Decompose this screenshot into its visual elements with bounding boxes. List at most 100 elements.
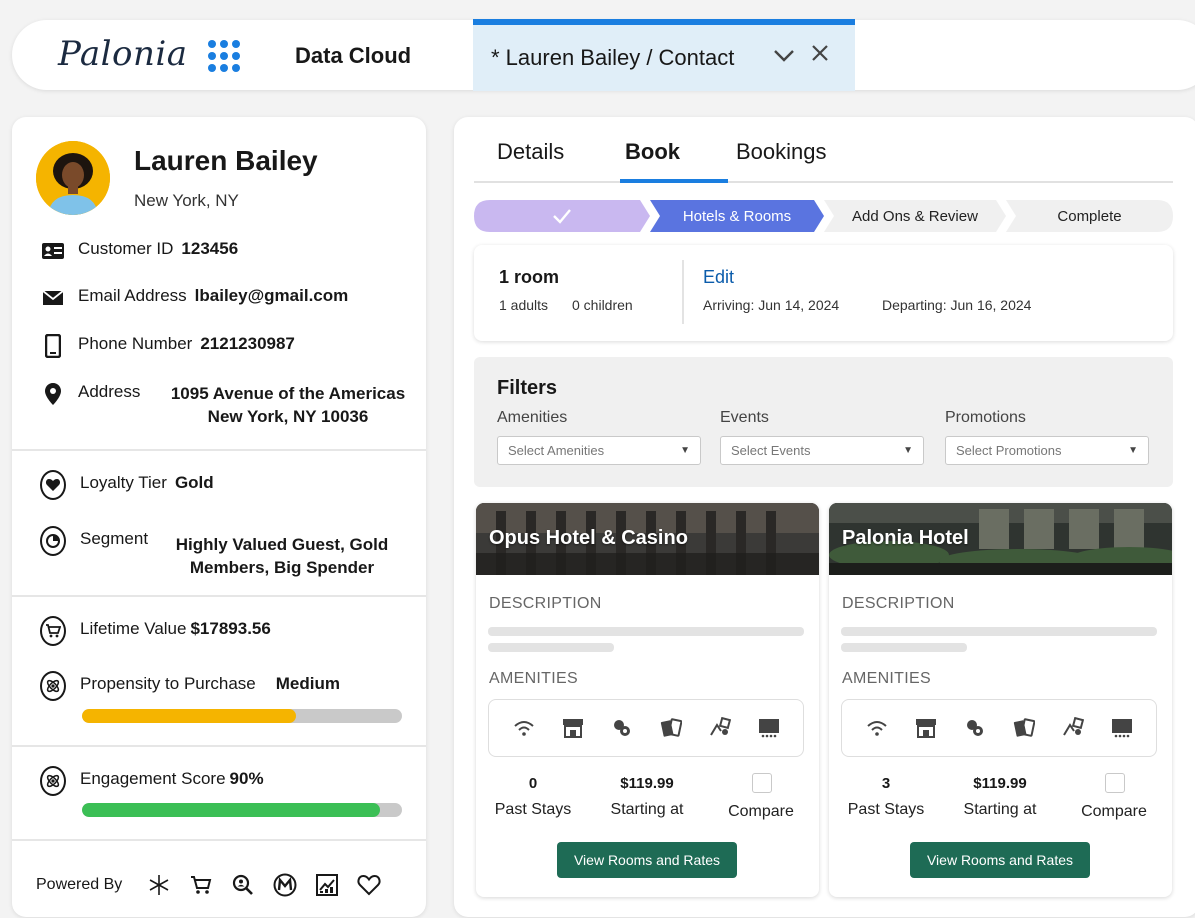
path-step-addons-review[interactable]: Add Ons & Review <box>824 200 1006 232</box>
hotel-name[interactable]: Opus Hotel & Casino <box>489 527 688 550</box>
phone-value[interactable]: 2121230987 <box>200 334 295 354</box>
powered-by-row: Powered By <box>36 872 382 898</box>
top-bar: Palonia Data Cloud * Lauren Bailey / Con… <box>12 19 1195 91</box>
propensity-value: Medium <box>275 674 340 693</box>
hotel-card: Opus Hotel & Casino DESCRIPTION AMENITIE… <box>476 503 819 897</box>
phone-label: Phone Number <box>78 334 193 353</box>
dice-icon <box>708 716 732 740</box>
location-pin-icon <box>40 382 66 406</box>
edit-link[interactable]: Edit <box>703 267 734 288</box>
amenities-icons <box>841 699 1157 757</box>
casino-chips-icon <box>963 716 987 740</box>
mulesoft-icon[interactable] <box>272 872 298 898</box>
wifi-icon <box>865 716 889 740</box>
snowflake-icon[interactable] <box>146 872 172 898</box>
amenities-label: AMENITIES <box>489 670 578 687</box>
checkmark-icon <box>553 209 571 224</box>
contact-tab[interactable]: * Lauren Bailey / Contact <box>473 19 855 91</box>
tab-details[interactable]: Details <box>497 139 564 165</box>
caret-down-icon: ▼ <box>680 445 690 456</box>
lifetime-value-row: Lifetime Value $17893.56 <box>40 616 271 646</box>
heart-outline-icon[interactable] <box>356 872 382 898</box>
segment-line-1: Highly Valued Guest, Gold <box>175 535 389 554</box>
phone-row: Phone Number 2121230987 <box>40 334 295 358</box>
arriving-date: Arriving: Jun 14, 2024 <box>703 297 840 313</box>
children-count: 0 children <box>572 297 633 313</box>
loyalty-row: Loyalty Tier Gold <box>40 470 214 500</box>
divider <box>12 595 426 597</box>
playing-cards-icon <box>1012 716 1036 740</box>
events-filter-label: Events <box>720 409 769 426</box>
casino-chips-icon <box>610 716 634 740</box>
promotions-select[interactable]: Select Promotions ▼ <box>945 436 1149 465</box>
engagement-bar-fill <box>82 803 380 817</box>
shop-icon <box>914 716 938 740</box>
hotel-name[interactable]: Palonia Hotel <box>842 527 969 550</box>
hotel-card: Palonia Hotel DESCRIPTION AMENITIES 3 $1… <box>829 503 1172 897</box>
email-value[interactable]: lbailey@gmail.com <box>195 286 349 306</box>
compare-checkbox[interactable] <box>1105 773 1125 793</box>
propensity-row: Propensity to Purchase Medium <box>40 671 340 701</box>
path-step-completed[interactable] <box>474 200 650 232</box>
avatar <box>36 141 110 215</box>
slot-machine-icon <box>1110 716 1134 740</box>
view-rooms-button[interactable]: View Rooms and Rates <box>557 842 737 878</box>
mail-icon <box>40 286 66 310</box>
slot-machine-icon <box>757 716 781 740</box>
engagement-label: Engagement Score <box>80 769 226 788</box>
segment-label: Segment <box>80 529 149 548</box>
app-name: Data Cloud <box>295 43 412 68</box>
lifetime-label: Lifetime Value <box>80 619 187 638</box>
events-select-placeholder: Select Events <box>731 443 811 458</box>
room-summary-card: 1 room 1 adults 0 children Edit Arriving… <box>474 245 1173 341</box>
cart-icon[interactable] <box>188 872 214 898</box>
cart-icon <box>40 616 66 646</box>
tab-book[interactable]: Book <box>625 139 680 165</box>
starting-at-label: Starting at <box>610 801 684 818</box>
divider <box>12 449 426 451</box>
engagement-row: Engagement Score 90% <box>40 766 264 796</box>
app-launcher-icon[interactable] <box>208 40 240 72</box>
powered-by-label: Powered By <box>36 876 123 893</box>
segment-value: Highly Valued Guest, Gold Members, Big S… <box>162 533 402 579</box>
starting-at-label: Starting at <box>963 801 1037 818</box>
customer-id-label: Customer ID <box>78 239 174 258</box>
path-step-complete[interactable]: Complete <box>1006 200 1173 232</box>
lifetime-value: $17893.56 <box>190 619 271 638</box>
path-step-hotels-rooms[interactable]: Hotels & Rooms <box>650 200 824 232</box>
compare-label: Compare <box>1081 803 1147 820</box>
engagement-value: 90% <box>229 769 264 788</box>
caret-down-icon: ▼ <box>903 445 913 456</box>
palonia-logo[interactable]: Palonia <box>58 34 188 74</box>
past-stays-value: 3 <box>881 775 891 792</box>
close-icon[interactable] <box>811 41 829 69</box>
segment-line-2: Members, Big Spender <box>189 558 375 577</box>
loyalty-value: Gold <box>174 473 214 492</box>
address-row: Address <box>40 382 140 406</box>
contact-name: Lauren Bailey <box>134 145 318 176</box>
playing-cards-icon <box>659 716 683 740</box>
description-placeholder-line <box>488 627 804 636</box>
amenities-filter-label: Amenities <box>497 409 568 426</box>
tab-bookings[interactable]: Bookings <box>736 139 827 165</box>
address-line-1: 1095 Avenue of the Americas <box>170 384 406 403</box>
room-count: 1 room <box>499 267 560 287</box>
description-placeholder-line <box>841 627 1157 636</box>
caret-down-icon: ▼ <box>1128 445 1138 456</box>
compare-checkbox[interactable] <box>752 773 772 793</box>
loyalty-label: Loyalty Tier <box>80 473 167 492</box>
events-select[interactable]: Select Events ▼ <box>720 436 924 465</box>
segment-pie-icon <box>40 526 66 556</box>
address-line-2: New York, NY 10036 <box>207 407 369 426</box>
divider <box>12 745 426 747</box>
analytics-chart-icon[interactable] <box>314 872 340 898</box>
propensity-bar <box>82 709 402 723</box>
view-rooms-button[interactable]: View Rooms and Rates <box>910 842 1090 878</box>
compare-label: Compare <box>728 803 794 820</box>
search-person-icon[interactable] <box>230 872 256 898</box>
wifi-icon <box>512 716 536 740</box>
booking-panel: Details Book Bookings Hotels & Rooms Add… <box>454 117 1195 917</box>
divider <box>682 260 684 324</box>
chevron-down-icon[interactable] <box>773 43 795 69</box>
amenities-select[interactable]: Select Amenities ▼ <box>497 436 701 465</box>
